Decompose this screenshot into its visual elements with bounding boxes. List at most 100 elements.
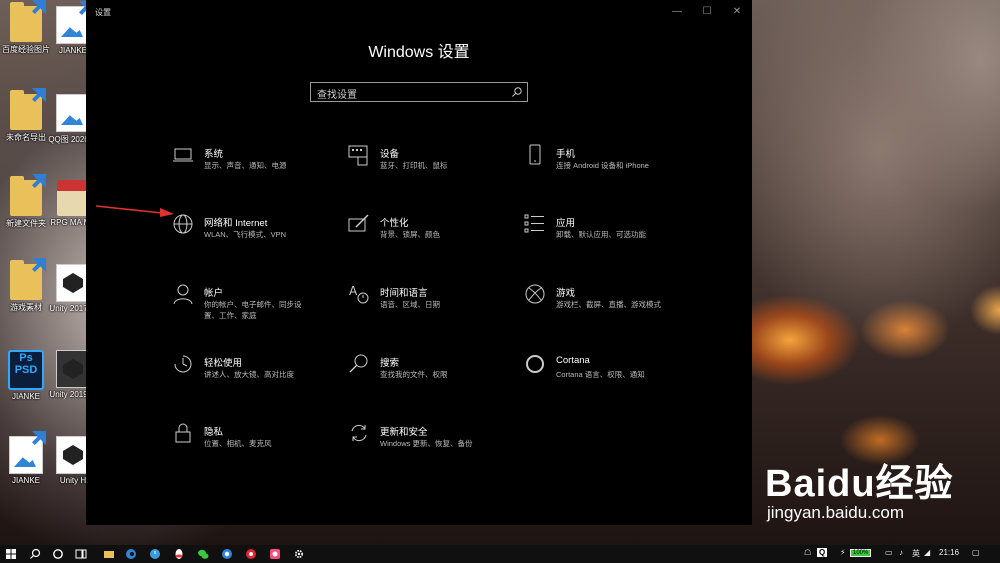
sync-icon: [351, 424, 367, 442]
taskbar-app[interactable]: [98, 545, 120, 563]
taskbar-app[interactable]: [144, 545, 166, 563]
picture-file-icon: [56, 94, 90, 132]
settings-search-input[interactable]: 查找设置: [310, 82, 528, 102]
settings-category-cortana[interactable]: Cortana Cortana 语言、权限、通知: [524, 355, 694, 395]
taskbar-app[interactable]: [216, 545, 238, 563]
laptop-icon: [173, 148, 193, 162]
category-description: 背景、锁屏、颜色: [380, 230, 440, 239]
taskbar-search-button[interactable]: [24, 545, 46, 563]
settings-window: 设置 — ☐ ✕ Windows 设置 查找设置 系统 显示、声音、通知、电源 …: [86, 0, 752, 525]
task-view-icon: [75, 549, 87, 559]
category-description: Cortana 语言、权限、通知: [556, 370, 645, 379]
category-title: 游戏: [556, 288, 576, 299]
lock-icon: [175, 423, 191, 443]
category-description: 你的帐户、电子邮件、同步设置、工作、家庭: [204, 300, 302, 320]
wifi-icon[interactable]: ◢: [924, 548, 930, 557]
category-title: 搜索: [380, 358, 400, 369]
category-description: 连接 Android 设备和 iPhone: [556, 161, 649, 170]
window-title: 设置: [95, 8, 111, 17]
category-title: 设备: [380, 149, 400, 160]
search-placeholder: 查找设置: [317, 90, 357, 101]
taskbar-app[interactable]: [120, 545, 142, 563]
settings-category-update-security[interactable]: 更新和安全 Windows 更新、恢复、备份: [348, 424, 518, 464]
category-title: 手机: [556, 149, 576, 160]
watermark-url: jingyan.baidu.com: [767, 503, 905, 522]
taskbar: ☖ Q ⚡ 100% ▭ ♪ 英 ◢ 21:16 ▢: [0, 545, 1000, 563]
taskbar-app[interactable]: [240, 545, 262, 563]
settings-category-system[interactable]: 系统 显示、声音、通知、电源: [172, 146, 342, 186]
windows-logo-icon: [6, 549, 16, 559]
taskbar-app[interactable]: [192, 545, 214, 563]
photoshop-file-icon: Ps PSD: [8, 350, 44, 390]
xbox-icon: [525, 284, 545, 304]
settings-category-network[interactable]: 网络和 Internet WLAN、飞行模式、VPN: [172, 214, 342, 255]
settings-category-phone[interactable]: 手机 连接 Android 设备和 iPhone: [524, 144, 694, 186]
minimize-button[interactable]: —: [662, 0, 692, 24]
svg-text:A: A: [349, 284, 358, 298]
search-icon[interactable]: [511, 86, 523, 98]
folder-icon: [10, 88, 46, 130]
category-title: 隐私: [204, 427, 224, 438]
settings-category-time-language[interactable]: A 时间和语言 语音、区域、日期: [348, 284, 518, 325]
folder-icon: [10, 258, 46, 300]
volume-icon[interactable]: ♪: [899, 548, 903, 557]
category-description: 位置、相机、麦克风: [204, 439, 272, 448]
category-description: 显示、声音、通知、电源: [204, 161, 287, 170]
start-button[interactable]: [0, 545, 22, 563]
cortana-icon: [53, 549, 63, 559]
wechat-icon: [198, 549, 209, 559]
category-title: 个性化: [380, 218, 409, 229]
phone-icon: [529, 144, 541, 165]
category-title: 时间和语言: [380, 288, 428, 299]
folder-icon: [104, 551, 114, 558]
task-view-button[interactable]: [70, 545, 92, 563]
settings-category-ease-of-access[interactable]: 轻松使用 讲述人、放大镜、高对比度: [172, 355, 342, 395]
settings-category-gaming[interactable]: 游戏 游戏栏、截屏、直播、游戏模式: [524, 284, 694, 325]
category-title: 应用: [556, 218, 576, 229]
settings-category-privacy[interactable]: 隐私 位置、相机、麦克风: [172, 423, 342, 464]
settings-category-accounts[interactable]: 帐户 你的帐户、电子邮件、同步设置、工作、家庭: [172, 284, 342, 325]
close-button[interactable]: ✕: [722, 0, 752, 24]
gear-icon: [294, 549, 304, 559]
keyboard-icon: [348, 145, 368, 166]
settings-category-apps[interactable]: 应用 卸载、默认应用、可选功能: [524, 214, 694, 255]
time-language-icon: A: [349, 284, 369, 304]
taskbar-app[interactable]: [264, 545, 286, 563]
ease-of-access-icon: [174, 355, 192, 373]
settings-category-search[interactable]: 搜索 查找我的文件、权限: [348, 354, 518, 395]
clock-app-icon: [150, 549, 160, 559]
unity-icon: [56, 350, 90, 388]
taskbar-settings-app[interactable]: [288, 545, 310, 563]
netease-music-icon: [246, 549, 256, 559]
notification-center-icon[interactable]: ▢: [972, 548, 980, 557]
category-description: 游戏栏、截屏、直播、游戏模式: [556, 300, 661, 309]
folder-icon: [10, 0, 46, 42]
chat-tray-icon[interactable]: ☖: [804, 548, 811, 557]
category-description: WLAN、飞行模式、VPN: [204, 230, 287, 239]
battery-indicator[interactable]: 100%: [850, 549, 872, 557]
tray-badge[interactable]: Q: [817, 548, 828, 557]
settings-category-personalization[interactable]: 个性化 背景、锁屏、颜色: [348, 214, 518, 255]
picture-file-icon: [9, 431, 46, 474]
power-plug-icon: ⚡: [840, 548, 846, 557]
category-description: 讲述人、放大镜、高对比度: [204, 370, 294, 379]
unity-icon: [56, 436, 90, 474]
category-description: 语音、区域、日期: [380, 300, 440, 309]
browser-icon: [222, 549, 232, 559]
baidu-watermark: Baidu经验 jingyan.baidu.com: [765, 452, 995, 523]
category-description: 卸载、默认应用、可选功能: [556, 230, 646, 239]
title-bar[interactable]: 设置 — ☐ ✕: [86, 0, 752, 24]
maximize-button[interactable]: ☐: [692, 0, 722, 24]
category-title: 更新和安全: [380, 427, 428, 438]
apps-list-icon: [524, 214, 544, 233]
brush-icon: [348, 214, 369, 232]
network-icon[interactable]: ▭: [885, 548, 893, 557]
clock[interactable]: 21:16: [939, 548, 959, 557]
category-description: 查找我的文件、权限: [380, 370, 448, 379]
settings-category-devices[interactable]: 设备 蓝牙、打印机、鼠标: [348, 145, 518, 186]
taskbar-app[interactable]: [168, 545, 190, 563]
edge-icon: [126, 549, 136, 559]
input-method-icon[interactable]: 英: [912, 548, 920, 559]
cortana-button[interactable]: [47, 545, 69, 563]
category-title: 帐户: [204, 288, 224, 299]
